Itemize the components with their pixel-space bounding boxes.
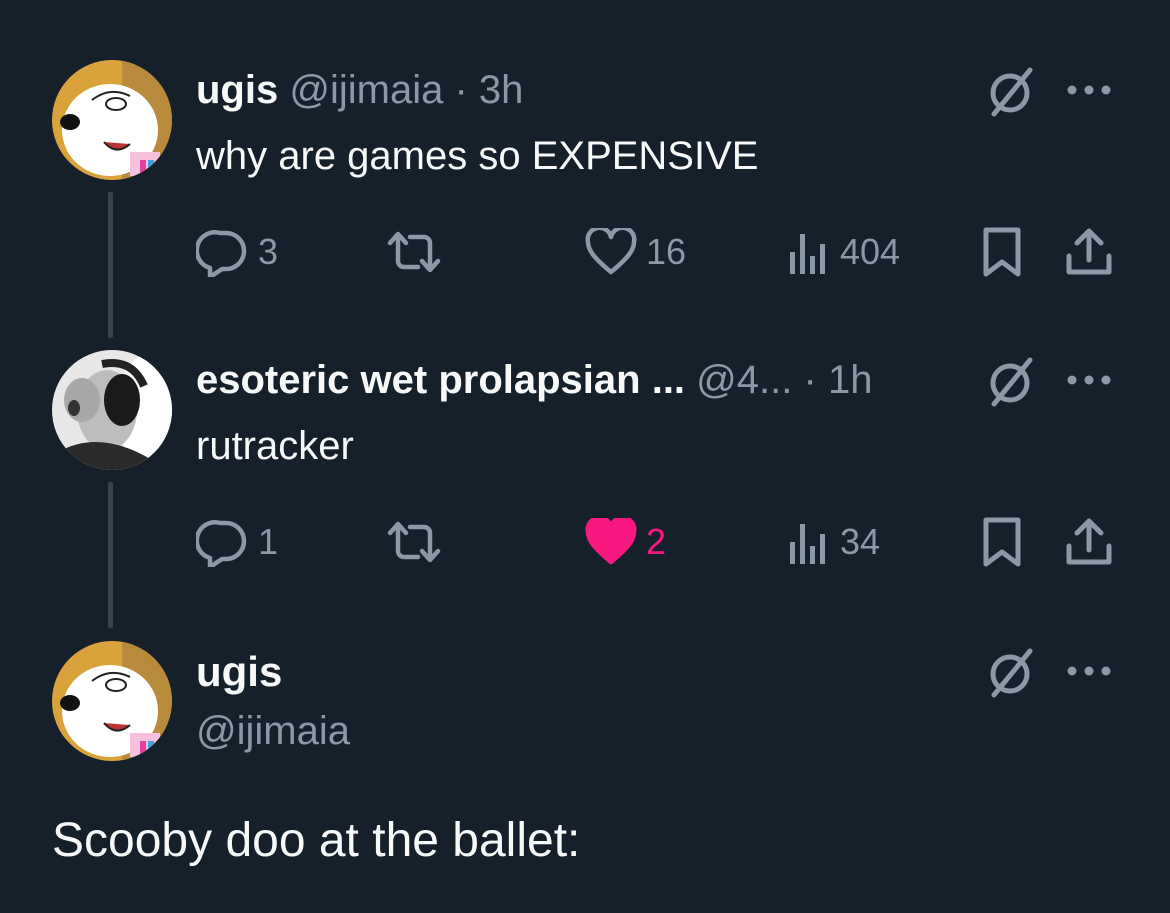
views-icon <box>790 524 825 564</box>
handle[interactable]: @ijimaia <box>289 68 443 112</box>
separator: · <box>454 68 468 112</box>
bookmark-button[interactable] <box>980 514 1024 570</box>
tweet-header: esoteric wet prolapsian ... @4... · 1h <box>196 356 872 404</box>
views-icon <box>790 234 825 274</box>
grok-icon[interactable] <box>982 64 1040 120</box>
share-button[interactable] <box>1064 224 1114 280</box>
heart-icon <box>585 228 637 275</box>
heart-icon <box>585 518 637 565</box>
main-tweet-text: Scooby doo at the ballet: <box>52 814 581 867</box>
tweet-text: why are games so EXPENSIVE <box>196 134 759 178</box>
tweet-text: rutracker <box>196 424 354 468</box>
display-name[interactable]: esoteric wet prolapsian ... <box>196 358 685 402</box>
grok-icon[interactable] <box>982 354 1040 410</box>
repost-button[interactable] <box>384 514 452 570</box>
share-icon <box>1066 518 1112 565</box>
bookmark-button[interactable] <box>980 224 1024 280</box>
display-name[interactable]: ugis <box>196 68 278 112</box>
like-count: 16 <box>646 231 687 272</box>
reply-button[interactable]: 3 <box>196 224 278 280</box>
views-button[interactable]: 404 <box>784 224 900 280</box>
avatar[interactable] <box>52 641 172 761</box>
like-button[interactable]: 16 <box>584 224 686 280</box>
separator: · <box>803 358 817 402</box>
share-button[interactable] <box>1064 514 1114 570</box>
avatar[interactable] <box>52 350 172 470</box>
display-name[interactable]: ugis <box>196 646 282 698</box>
more-icon[interactable] <box>1064 80 1114 100</box>
handle[interactable]: @4... <box>696 358 792 402</box>
reply-count: 3 <box>258 231 279 272</box>
views-button[interactable]: 34 <box>784 514 880 570</box>
avatar[interactable] <box>52 60 172 180</box>
repost-icon <box>387 231 441 273</box>
conversation-view: ugis @ijimaia · 3h why are games so EXPE… <box>0 0 1170 913</box>
thread-line <box>108 482 113 628</box>
bookmark-icon <box>983 227 1021 277</box>
share-icon <box>1066 228 1112 275</box>
more-icon[interactable] <box>1064 370 1114 390</box>
like-count: 2 <box>646 521 667 562</box>
reply-icon <box>196 520 247 567</box>
views-count: 404 <box>840 231 901 272</box>
grok-icon[interactable] <box>982 645 1040 701</box>
action-bar: 1 2 34 <box>196 514 1116 570</box>
like-button[interactable]: 2 <box>584 514 666 570</box>
reply-button[interactable]: 1 <box>196 514 278 570</box>
more-icon[interactable] <box>1064 661 1114 681</box>
action-bar: 3 16 404 <box>196 224 1116 280</box>
thread-line <box>108 192 113 338</box>
repost-button[interactable] <box>384 224 452 280</box>
bookmark-icon <box>983 517 1021 567</box>
handle[interactable]: @ijimaia <box>196 706 350 756</box>
views-count: 34 <box>840 521 881 562</box>
timestamp[interactable]: 3h <box>479 68 524 112</box>
reply-count: 1 <box>258 521 279 562</box>
tweet-header: ugis @ijimaia · 3h <box>196 66 523 114</box>
repost-icon <box>387 521 441 563</box>
timestamp[interactable]: 1h <box>828 358 873 402</box>
reply-icon <box>196 230 247 277</box>
